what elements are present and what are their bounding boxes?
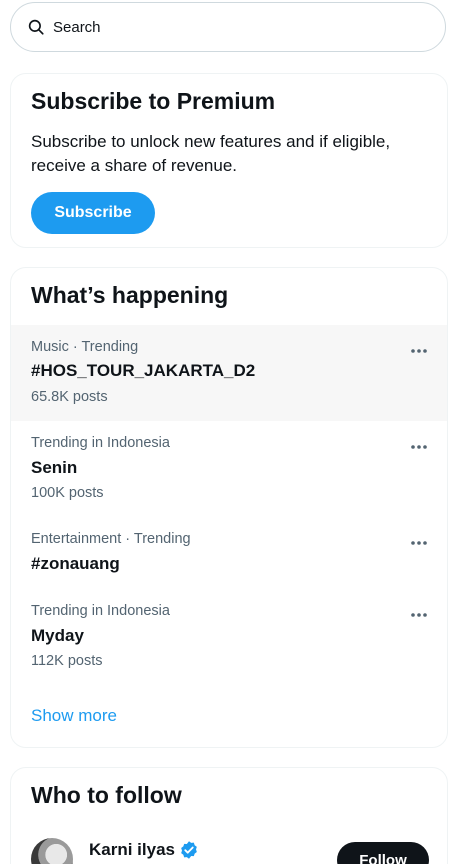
whats-happening-title: What’s happening [31,282,229,308]
premium-title: Subscribe to Premium [31,88,276,114]
search-icon [27,18,45,36]
more-options-icon[interactable] [409,533,429,553]
trend-item[interactable]: Trending in Indonesia Myday 112K posts [11,589,447,685]
trend-name: Myday [31,626,84,645]
account-name-row[interactable]: Karni ilyas [89,840,199,860]
premium-description: Subscribe to unlock new features and if … [31,132,391,175]
trend-meta: Entertainment · Trending [31,531,191,547]
more-options-icon[interactable] [409,437,429,457]
premium-card: Subscribe to Premium Subscribe to unlock… [10,73,448,248]
whats-happening-card: What’s happening Music · Trending #HOS_T… [10,267,448,748]
avatar[interactable] [31,838,73,864]
subscribe-button[interactable]: Subscribe [31,192,155,234]
trend-item[interactable]: Entertainment · Trending #zonauang [11,517,447,589]
right-sidebar: Subscribe to Premium Subscribe to unlock… [0,0,458,864]
trend-meta: Trending in Indonesia [31,435,170,451]
trend-meta: Music · Trending [31,339,139,355]
trend-item[interactable]: Music · Trending #HOS_TOUR_JAKARTA_D2 65… [11,325,447,421]
verified-badge-icon [179,840,199,860]
more-options-icon[interactable] [409,341,429,361]
search-bar[interactable] [10,2,446,52]
follow-suggestion[interactable]: Karni ilyas Follow [11,830,447,864]
account-name: Karni ilyas [89,840,175,859]
search-input[interactable] [53,18,413,36]
who-to-follow-card: Who to follow Karni ilyas Follow [10,767,448,864]
trend-item[interactable]: Trending in Indonesia Senin 100K posts [11,421,447,517]
trend-name: Senin [31,458,78,477]
trend-count: 100K posts [31,485,104,501]
trend-name: #HOS_TOUR_JAKARTA_D2 [31,361,256,380]
trend-meta: Trending in Indonesia [31,603,170,619]
more-options-icon[interactable] [409,605,429,625]
trend-name: #zonauang [31,554,120,573]
who-to-follow-title: Who to follow [31,782,182,808]
trend-count: 112K posts [31,653,103,669]
show-more-link[interactable]: Show more [31,706,117,726]
trend-count: 65.8K posts [31,389,108,405]
follow-button[interactable]: Follow [337,842,429,864]
